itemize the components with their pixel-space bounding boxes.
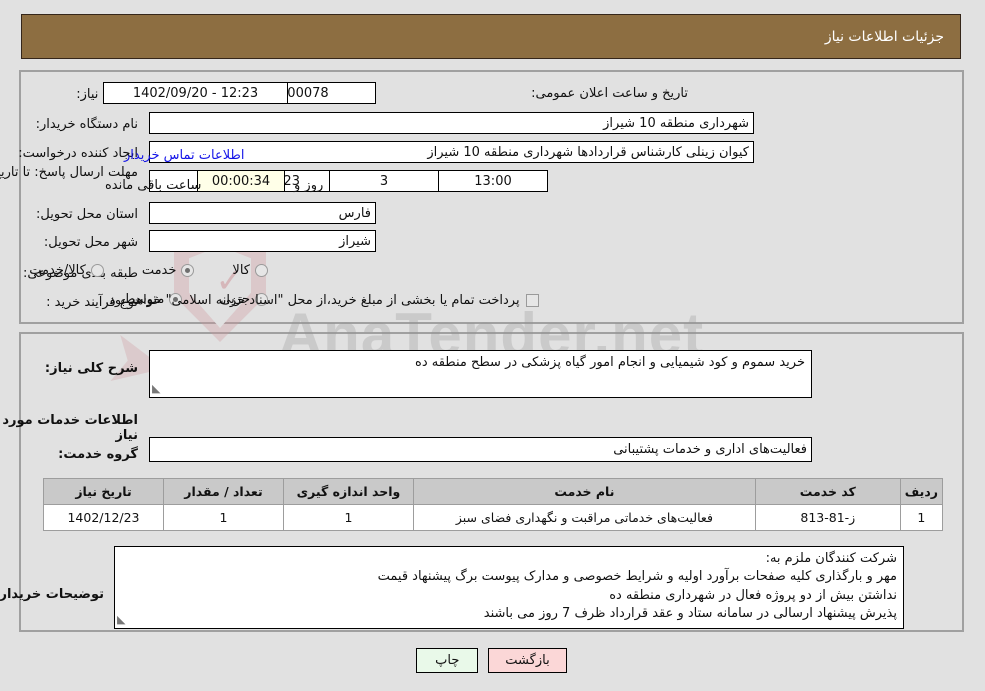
print-button[interactable]: چاپ [417, 648, 480, 673]
services-table: ردیف کد خدمت نام خدمت واحد اندازه گیری ت… [44, 478, 945, 531]
treasury-checkbox-row[interactable]: پرداخت تمام یا بخشی از مبلغ خرید،از محل … [106, 293, 540, 308]
buyer-notes-line: نداشتن بیش از دو پروژه فعال در شهرداری م… [610, 587, 898, 603]
cell-need-date: 1402/12/23 [44, 504, 165, 531]
th-unit: واحد اندازه گیری [284, 478, 415, 505]
th-need-date: تاریخ نیاز [44, 478, 165, 505]
page-title: جزئیات اطلاعات نیاز [22, 14, 962, 59]
deadline-countdown-label: ساعت باقی مانده [106, 178, 203, 193]
buyer-org-label: نام دستگاه خریدار: [36, 117, 139, 133]
description-value: خرید سموم و کود شیمیایی و انجام امور گیا… [416, 355, 806, 370]
announce-date-label: تاریخ و ساعت اعلان عمومی: [532, 86, 689, 101]
city-field[interactable]: شیراز [150, 230, 377, 252]
requester-value: کیوان زینلی کارشناس قراردادها شهرداری من… [428, 144, 750, 160]
page-title-label: جزئیات اطلاعات نیاز [825, 28, 945, 45]
deadline-days-label: روز و [295, 178, 325, 193]
requester-label: ایجاد کننده درخواست: [19, 146, 139, 162]
category-option-kala[interactable]: کالا [233, 263, 269, 278]
category-option-label: کالا/خدمت [30, 263, 87, 278]
th-row: ردیف [900, 478, 945, 505]
buyer-org-field[interactable]: شهرداری منطقه 10 شیراز [150, 112, 755, 134]
resize-handle-icon[interactable]: ◢ [153, 381, 161, 397]
cell-qty: 1 [164, 504, 285, 531]
buyer-notes-textarea[interactable]: شرکت کنندگان ملزم به: مهر و بارگذاری کلی… [115, 546, 905, 629]
cell-code: ز-81-813 [755, 504, 902, 531]
service-group-label: گروه خدمت: [59, 447, 139, 462]
province-value: فارس [339, 205, 372, 221]
city-label: شهر محل تحویل: [44, 235, 139, 251]
th-name: نام خدمت [414, 478, 757, 505]
deadline-days-value: 3 [380, 173, 390, 189]
th-qty: تعداد / مقدار [164, 478, 285, 505]
description-textarea[interactable]: خرید سموم و کود شیمیایی و انجام امور گیا… [150, 350, 813, 398]
buyer-contact-link[interactable]: اطلاعات تماس خریدار [125, 148, 245, 163]
cell-unit: 1 [284, 504, 415, 531]
cell-row: 1 [900, 504, 945, 531]
back-button[interactable]: بازگشت [489, 648, 568, 673]
action-buttons: بازگشت چاپ [0, 648, 985, 673]
deadline-days-field[interactable]: 3 [330, 170, 440, 192]
announce-date-field[interactable]: 12:23 - 1402/09/20 [104, 82, 289, 104]
category-option-khedmat[interactable]: خدمت [143, 263, 196, 278]
services-section-heading: اطلاعات خدمات مورد نیاز [3, 413, 139, 443]
category-option-label: کالا [233, 263, 251, 278]
category-option-kala-khedmat[interactable]: کالا/خدمت [30, 263, 105, 278]
radio-icon[interactable] [256, 264, 269, 277]
need-info-panel [20, 70, 965, 324]
city-value: شیراز [340, 233, 372, 249]
deadline-time-value: 13:00 [475, 173, 513, 189]
resize-handle-icon[interactable]: ◢ [118, 612, 126, 628]
buyer-notes-line: مهر و بارگذاری کلیه صفحات برآورد اولیه و… [378, 569, 898, 585]
th-code: کد خدمت [755, 478, 902, 505]
buyer-notes-line: شرکت کنندگان ملزم به: [766, 551, 898, 566]
service-group-value: فعالیت‌های اداری و خدمات پشتیبانی [614, 442, 808, 457]
cell-name: فعالیت‌های خدماتی مراقبت و نگهداری فضای … [414, 504, 757, 531]
province-field[interactable]: فارس [150, 202, 377, 224]
radio-icon[interactable] [91, 264, 105, 277]
description-label: شرح کلی نیاز: [45, 361, 139, 376]
announce-date-value: 12:23 - 1402/09/20 [133, 85, 260, 101]
table-header-row: ردیف کد خدمت نام خدمت واحد اندازه گیری ت… [44, 478, 945, 505]
radio-icon[interactable] [182, 264, 196, 277]
buyer-notes-label: توضیحات خریدار: [0, 587, 105, 602]
service-group-field[interactable]: فعالیت‌های اداری و خدمات پشتیبانی [150, 437, 813, 462]
category-option-label: خدمت [142, 263, 178, 278]
deadline-countdown-value: 00:00:34 [212, 173, 272, 189]
buyer-notes-line: پذیرش پیشنهاد ارسالی در سامانه ستاد و عق… [484, 606, 898, 622]
deadline-time-field[interactable]: 13:00 [439, 170, 549, 192]
treasury-checkbox-label: پرداخت تمام یا بخشی از مبلغ خرید،از محل … [106, 293, 521, 308]
buyer-org-value: شهرداری منطقه 10 شیراز [604, 115, 750, 131]
category-radio-group[interactable]: کالا خدمت کالا/خدمت [30, 263, 269, 278]
checkbox-icon[interactable] [526, 294, 540, 307]
province-label: استان محل تحویل: [37, 207, 139, 223]
table-row: 1 ز-81-813 فعالیت‌های خدماتی مراقبت و نگ… [44, 504, 945, 531]
deadline-countdown-field: 00:00:34 [198, 170, 286, 192]
